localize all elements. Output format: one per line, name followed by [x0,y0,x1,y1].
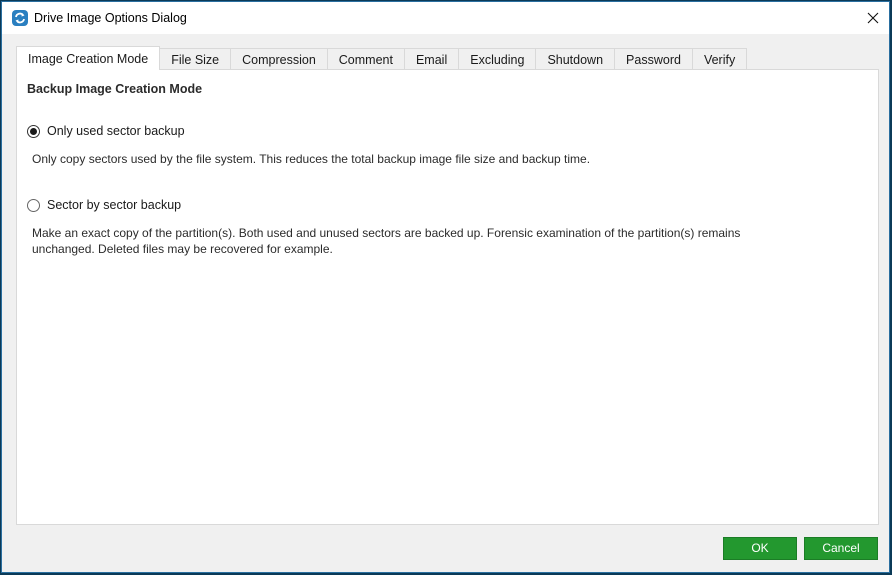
radio-label[interactable]: Sector by sector backup [47,198,181,212]
tab-comment[interactable]: Comment [326,48,405,70]
dialog-window: Drive Image Options Dialog Image Creatio… [1,1,890,573]
option-description: Make an exact copy of the partition(s). … [32,225,832,257]
tab-email[interactable]: Email [403,48,460,70]
tab-shutdown[interactable]: Shutdown [535,48,616,70]
close-icon [867,12,879,24]
window-title: Drive Image Options Dialog [34,11,187,25]
tab-compression[interactable]: Compression [230,48,328,70]
close-button[interactable] [857,2,889,34]
option-sector-by-sector[interactable]: Sector by sector backup [27,198,181,212]
description-line: Make an exact copy of the partition(s). … [32,226,741,240]
radio-used-sector[interactable] [27,124,40,138]
section-title: Backup Image Creation Mode [27,82,203,96]
option-description: Only copy sectors used by the file syste… [32,152,591,166]
tab-strip: Image Creation Mode File Size Compressio… [16,46,748,70]
tab-password[interactable]: Password [614,48,693,70]
tab-file-size[interactable]: File Size [159,48,232,70]
tab-verify[interactable]: Verify [691,48,748,70]
radio-label[interactable]: Only used sector backup [47,124,185,138]
app-sync-icon [12,10,28,26]
tab-panel: Backup Image Creation Mode Only used sec… [16,69,879,525]
cancel-button[interactable]: Cancel [804,537,878,560]
ok-button[interactable]: OK [723,537,797,560]
option-used-sector[interactable]: Only used sector backup [27,124,185,138]
description-line: unchanged. Deleted files may be recovere… [32,242,333,256]
title-bar[interactable]: Drive Image Options Dialog [2,2,889,34]
radio-sector-by-sector[interactable] [27,198,40,212]
tab-excluding[interactable]: Excluding [458,48,537,70]
tab-image-creation-mode[interactable]: Image Creation Mode [16,46,161,70]
